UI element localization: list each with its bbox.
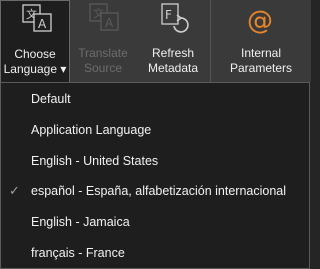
menu-item-default[interactable]: Default xyxy=(1,84,309,114)
choose-language-button[interactable]: 文 A Choose Language ▾ xyxy=(0,0,70,82)
at-sign-icon: @ xyxy=(211,0,311,46)
svg-text:@: @ xyxy=(247,6,273,36)
refresh-icon: F xyxy=(136,0,210,46)
svg-text:A: A xyxy=(105,16,114,30)
menu-item-label: Default xyxy=(31,92,71,106)
translate-icon: 文 A xyxy=(70,0,136,46)
refresh-metadata-label-2: Metadata xyxy=(147,61,199,75)
menu-item-francais-france[interactable]: français - France xyxy=(1,238,309,268)
menu-item-label: Application Language xyxy=(31,123,152,137)
svg-text:F: F xyxy=(165,8,172,22)
menu-item-label: English - Jamaica xyxy=(31,215,130,229)
menu-item-label: français - France xyxy=(31,246,125,260)
check-icon: ✓ xyxy=(9,183,20,198)
language-icon: 文 A xyxy=(1,1,69,47)
internal-parameters-button[interactable]: @ Internal Parameters xyxy=(211,0,311,82)
menu-item-english-jamaica[interactable]: English - Jamaica xyxy=(1,207,309,237)
translate-source-label-2: Source xyxy=(83,61,123,75)
menu-item-english-united-states[interactable]: English - United States xyxy=(1,146,309,176)
menu-item-application-language[interactable]: Application Language xyxy=(1,115,309,145)
chevron-down-icon: ▾ xyxy=(60,62,67,76)
translate-source-button[interactable]: 文 A Translate Source xyxy=(70,0,136,82)
choose-language-label-1: Choose xyxy=(14,47,56,61)
menu-item-label: English - United States xyxy=(31,154,159,168)
language-dropdown-menu: Default Application Language English - U… xyxy=(0,82,310,269)
ribbon-toolbar: 文 A Choose Language ▾ 文 A Translate Sour… xyxy=(0,0,311,82)
internal-parameters-label-2: Parameters xyxy=(229,61,293,75)
menu-item-label: español - España, alfabetización interna… xyxy=(31,184,287,198)
refresh-metadata-button[interactable]: F Refresh Metadata xyxy=(136,0,210,82)
svg-text:A: A xyxy=(38,17,47,31)
choose-language-label-2: Language ▾ xyxy=(3,62,67,76)
refresh-metadata-label-1: Refresh xyxy=(151,46,195,60)
internal-parameters-label-1: Internal xyxy=(240,46,282,60)
menu-item-espanol-espana[interactable]: ✓ español - España, alfabetización inter… xyxy=(1,176,309,206)
translate-source-label-1: Translate xyxy=(78,46,128,60)
